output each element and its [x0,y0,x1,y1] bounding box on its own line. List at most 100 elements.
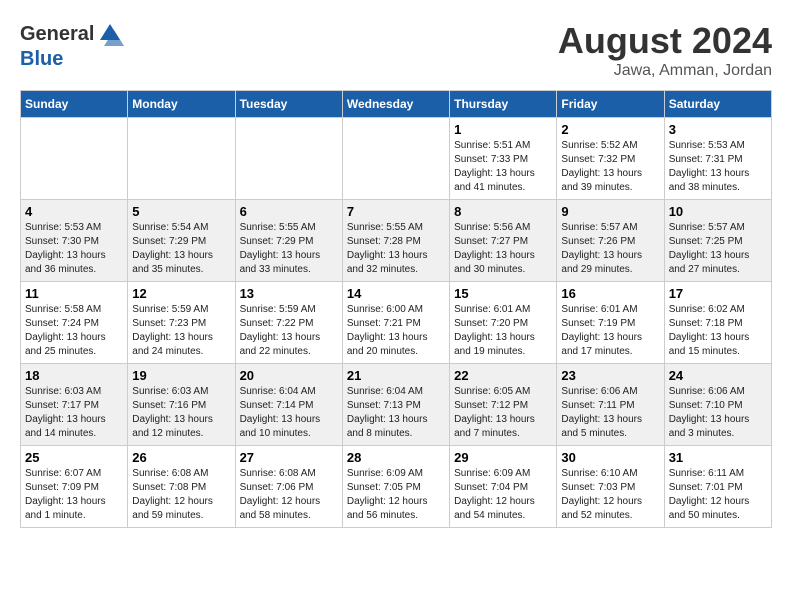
day-info: Sunrise: 6:09 AM Sunset: 7:05 PM Dayligh… [347,467,445,523]
day-info: Sunrise: 5:59 AM Sunset: 7:22 PM Dayligh… [240,303,338,359]
day-cell: 22 Sunrise: 6:05 AM Sunset: 7:12 PM Dayli… [450,364,557,446]
day-cell: 1 Sunrise: 5:51 AM Sunset: 7:33 PM Daylig… [450,118,557,200]
day-number: 29 [454,450,552,465]
day-number: 30 [561,450,659,465]
day-info: Sunrise: 5:58 AM Sunset: 7:24 PM Dayligh… [25,303,123,359]
logo-blue: Blue [20,48,63,70]
location-subtitle: Jawa, Amman, Jordan [558,62,772,80]
day-number: 6 [240,204,338,219]
day-number: 4 [25,204,123,219]
day-cell: 29Sunrise: 6:09 AM Sunset: 7:04 PM Dayli… [450,446,557,528]
day-number: 22 [454,368,552,383]
day-cell: 23 Sunrise: 6:06 AM Sunset: 7:11 PM Dayli… [557,364,664,446]
day-cell: 18 Sunrise: 6:03 AM Sunset: 7:17 PM Dayli… [21,364,128,446]
day-cell: 27Sunrise: 6:08 AM Sunset: 7:06 PM Dayli… [235,446,342,528]
day-cell: 12Sunrise: 5:59 AM Sunset: 7:23 PM Dayli… [128,282,235,364]
day-info: Sunrise: 6:03 AM Sunset: 7:16 PM Dayligh… [132,385,230,441]
day-info: Sunrise: 6:06 AM Sunset: 7:10 PM Dayligh… [669,385,767,441]
day-cell: 31 Sunrise: 6:11 AM Sunset: 7:01 PM Dayli… [664,446,771,528]
day-number: 21 [347,368,445,383]
day-cell: 25Sunrise: 6:07 AM Sunset: 7:09 PM Dayli… [21,446,128,528]
day-header-friday: Friday [557,91,664,118]
day-cell [235,118,342,200]
day-info: Sunrise: 6:01 AM Sunset: 7:20 PM Dayligh… [454,303,552,359]
logo: General Blue [20,20,126,71]
header-row: SundayMondayTuesdayWednesdayThursdayFrid… [21,91,772,118]
day-header-sunday: Sunday [21,91,128,118]
calendar-body: 1 Sunrise: 5:51 AM Sunset: 7:33 PM Daylig… [21,118,772,528]
day-info: Sunrise: 6:01 AM Sunset: 7:19 PM Dayligh… [561,303,659,359]
day-info: Sunrise: 6:00 AM Sunset: 7:21 PM Dayligh… [347,303,445,359]
day-number: 13 [240,286,338,301]
day-cell: 6 Sunrise: 5:55 AM Sunset: 7:29 PM Daylig… [235,200,342,282]
logo-icon [96,20,124,48]
day-cell: 21 Sunrise: 6:04 AM Sunset: 7:13 PM Dayli… [342,364,449,446]
week-row-4: 18 Sunrise: 6:03 AM Sunset: 7:17 PM Dayli… [21,364,772,446]
day-info: Sunrise: 6:07 AM Sunset: 7:09 PM Dayligh… [25,467,123,523]
week-row-1: 1 Sunrise: 5:51 AM Sunset: 7:33 PM Daylig… [21,118,772,200]
day-number: 1 [454,122,552,137]
day-info: Sunrise: 5:54 AM Sunset: 7:29 PM Dayligh… [132,221,230,277]
day-number: 23 [561,368,659,383]
day-cell [342,118,449,200]
day-cell: 7Sunrise: 5:55 AM Sunset: 7:28 PM Daylig… [342,200,449,282]
day-info: Sunrise: 6:05 AM Sunset: 7:12 PM Dayligh… [454,385,552,441]
day-cell: 4 Sunrise: 5:53 AM Sunset: 7:30 PM Daylig… [21,200,128,282]
day-info: Sunrise: 5:57 AM Sunset: 7:26 PM Dayligh… [561,221,659,277]
day-cell: 2 Sunrise: 5:52 AM Sunset: 7:32 PM Daylig… [557,118,664,200]
day-cell: 5 Sunrise: 5:54 AM Sunset: 7:29 PM Daylig… [128,200,235,282]
logo-text: General Blue [20,20,126,71]
day-number: 3 [669,122,767,137]
day-cell: 3 Sunrise: 5:53 AM Sunset: 7:31 PM Daylig… [664,118,771,200]
day-number: 10 [669,204,767,219]
day-number: 31 [669,450,767,465]
day-cell: 11Sunrise: 5:58 AM Sunset: 7:24 PM Dayli… [21,282,128,364]
day-info: Sunrise: 5:55 AM Sunset: 7:28 PM Dayligh… [347,221,445,277]
day-cell: 14 Sunrise: 6:00 AM Sunset: 7:21 PM Dayli… [342,282,449,364]
day-number: 14 [347,286,445,301]
day-number: 8 [454,204,552,219]
day-cell: 17Sunrise: 6:02 AM Sunset: 7:18 PM Dayli… [664,282,771,364]
day-number: 24 [669,368,767,383]
day-cell: 15 Sunrise: 6:01 AM Sunset: 7:20 PM Dayli… [450,282,557,364]
day-number: 19 [132,368,230,383]
day-info: Sunrise: 6:11 AM Sunset: 7:01 PM Dayligh… [669,467,767,523]
day-cell: 10Sunrise: 5:57 AM Sunset: 7:25 PM Dayli… [664,200,771,282]
day-info: Sunrise: 5:53 AM Sunset: 7:30 PM Dayligh… [25,221,123,277]
day-cell: 30Sunrise: 6:10 AM Sunset: 7:03 PM Dayli… [557,446,664,528]
title-block: August 2024 Jawa, Amman, Jordan [558,20,772,80]
day-info: Sunrise: 5:51 AM Sunset: 7:33 PM Dayligh… [454,139,552,195]
calendar-header: SundayMondayTuesdayWednesdayThursdayFrid… [21,91,772,118]
day-info: Sunrise: 6:08 AM Sunset: 7:06 PM Dayligh… [240,467,338,523]
day-info: Sunrise: 5:55 AM Sunset: 7:29 PM Dayligh… [240,221,338,277]
day-number: 15 [454,286,552,301]
day-number: 9 [561,204,659,219]
day-cell: 16 Sunrise: 6:01 AM Sunset: 7:19 PM Dayli… [557,282,664,364]
day-cell: 28Sunrise: 6:09 AM Sunset: 7:05 PM Dayli… [342,446,449,528]
day-info: Sunrise: 5:52 AM Sunset: 7:32 PM Dayligh… [561,139,659,195]
day-cell [128,118,235,200]
day-header-tuesday: Tuesday [235,91,342,118]
day-cell: 24 Sunrise: 6:06 AM Sunset: 7:10 PM Dayli… [664,364,771,446]
day-header-saturday: Saturday [664,91,771,118]
day-number: 12 [132,286,230,301]
month-year-title: August 2024 [558,20,772,62]
day-info: Sunrise: 6:03 AM Sunset: 7:17 PM Dayligh… [25,385,123,441]
day-number: 17 [669,286,767,301]
day-cell: 9 Sunrise: 5:57 AM Sunset: 7:26 PM Daylig… [557,200,664,282]
day-info: Sunrise: 5:53 AM Sunset: 7:31 PM Dayligh… [669,139,767,195]
day-info: Sunrise: 6:04 AM Sunset: 7:14 PM Dayligh… [240,385,338,441]
day-cell: 8Sunrise: 5:56 AM Sunset: 7:27 PM Daylig… [450,200,557,282]
day-number: 16 [561,286,659,301]
calendar-table: SundayMondayTuesdayWednesdayThursdayFrid… [20,90,772,528]
day-header-thursday: Thursday [450,91,557,118]
day-info: Sunrise: 6:04 AM Sunset: 7:13 PM Dayligh… [347,385,445,441]
day-cell: 13 Sunrise: 5:59 AM Sunset: 7:22 PM Dayli… [235,282,342,364]
day-number: 26 [132,450,230,465]
day-info: Sunrise: 6:06 AM Sunset: 7:11 PM Dayligh… [561,385,659,441]
day-number: 18 [25,368,123,383]
day-cell: 19 Sunrise: 6:03 AM Sunset: 7:16 PM Dayli… [128,364,235,446]
day-header-wednesday: Wednesday [342,91,449,118]
day-number: 2 [561,122,659,137]
day-number: 5 [132,204,230,219]
